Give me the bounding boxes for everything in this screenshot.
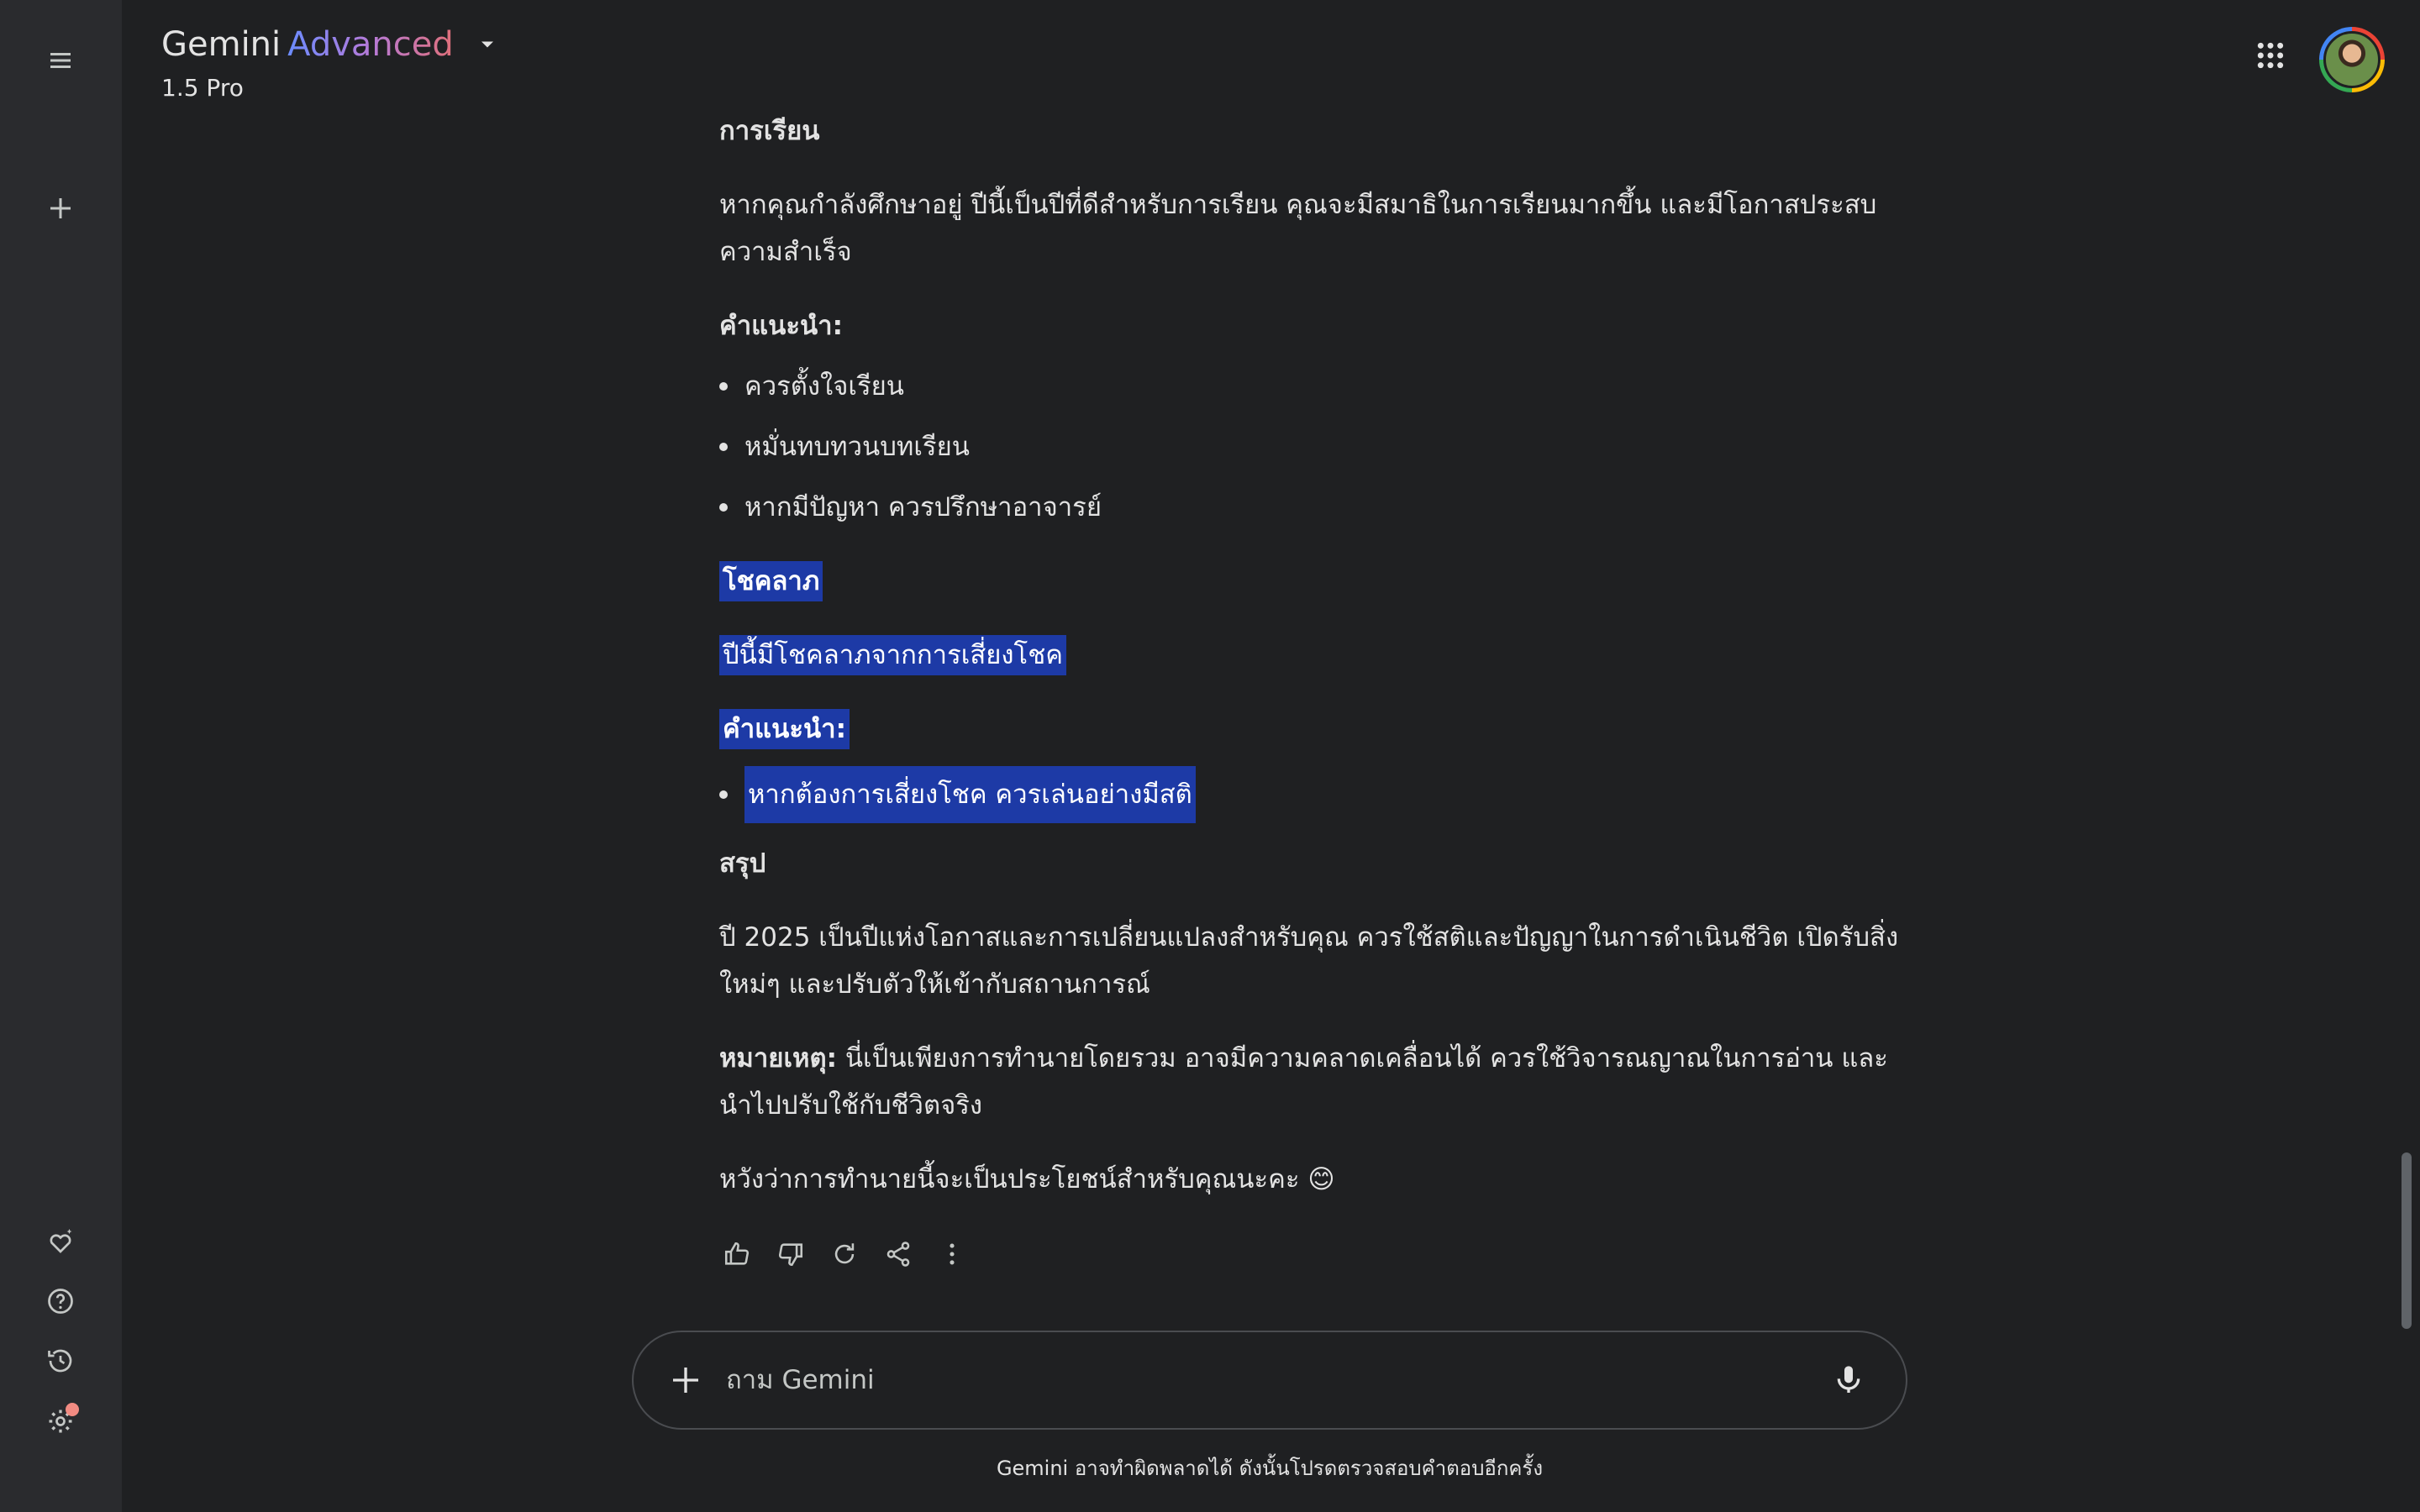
- regenerate-icon: [834, 1243, 855, 1264]
- response-actions: [719, 1236, 970, 1272]
- selected-text: ปีนี้มีโชคลาภจากการเสี่ยงโชค: [719, 635, 1066, 675]
- help-icon: [48, 1289, 73, 1314]
- luck-advice-heading: คำแนะนำ:: [719, 706, 1899, 753]
- activity-icon: [48, 1349, 72, 1373]
- account-avatar[interactable]: [2319, 27, 2385, 92]
- help-button[interactable]: [30, 1271, 91, 1331]
- menu-icon: [50, 53, 71, 68]
- list-item: หมั่นทบทวนบทเรียน: [719, 423, 970, 470]
- avatar-photo: [2323, 31, 2381, 88]
- luck-heading: โชคลาภ: [719, 558, 1899, 605]
- list-item: หากต้องการเสี่ยงโชค ควรเล่นอย่างมีสติ: [719, 766, 1196, 823]
- closing-text: หวังว่าการทำนายนี้จะเป็นประโยชน์สำหรับคุ…: [719, 1164, 1335, 1194]
- study-text: หากคุณกำลังศึกษาอยู่ ปีนี้เป็นปีที่ดีสำห…: [719, 190, 1877, 267]
- study-heading: การเรียน: [719, 116, 820, 146]
- bad-response-button[interactable]: [773, 1236, 808, 1272]
- note-label: หมายเหตุ:: [719, 1043, 837, 1074]
- model-version: 1.5 Pro: [161, 74, 244, 102]
- note-text: นี่เป็นเพียงการทำนายโดยรวม อาจมีความคลาด…: [719, 1043, 1888, 1121]
- bullet-dot: [719, 790, 728, 799]
- notification-dot: [66, 1403, 79, 1416]
- list-item-text: หากมีปัญหา ควรปรึกษาอาจารย์: [744, 492, 1102, 522]
- note-paragraph: หมายเหตุ: นี่เป็นเพียงการทำนายโดยรวม อาจ…: [719, 1035, 1899, 1129]
- regenerate-button[interactable]: [827, 1236, 862, 1272]
- brand-name: Gemini: [161, 25, 281, 64]
- bullet-dot: [719, 443, 728, 451]
- disclaimer-text: Gemini อาจทำผิดพลาดได้ ดังนั้นโปรดตรวจสอ…: [996, 1457, 1544, 1480]
- microphone-icon: [1837, 1366, 1860, 1393]
- selected-text: โชคลาภ: [719, 561, 823, 601]
- caret-down-icon: [481, 41, 493, 48]
- prompt-input-box: [632, 1331, 1907, 1430]
- more-options-button[interactable]: [934, 1236, 970, 1272]
- summary-text: ปี 2025 เป็นปีแห่งโอกาสและการเปลี่ยนแปลง…: [719, 922, 1899, 1000]
- settings-button[interactable]: [30, 1391, 91, 1452]
- luck-text: ปีนี้มีโชคลาภจากการเสี่ยงโชค: [719, 632, 1899, 679]
- brand-tier: Advanced: [287, 25, 454, 64]
- summary-heading: สรุป: [719, 848, 766, 879]
- list-item-text: หมั่นทบทวนบทเรียน: [744, 432, 970, 462]
- new-chat-icon: [50, 198, 71, 218]
- thumbs-down-icon: [778, 1243, 803, 1267]
- scrollbar-thumb[interactable]: [2402, 1152, 2412, 1329]
- good-response-button[interactable]: [719, 1236, 755, 1272]
- list-item: ควรตั้งใจเรียน: [719, 363, 904, 410]
- microphone-button[interactable]: [1825, 1357, 1872, 1404]
- gem-manager-button[interactable]: [30, 1211, 91, 1272]
- list-item-text: หากต้องการเสี่ยงโชค ควรเล่นอย่างมีสติ: [744, 766, 1196, 823]
- selected-text: คำแนะนำ:: [719, 709, 850, 749]
- plus-icon: [673, 1368, 698, 1393]
- google-apps-button[interactable]: [2245, 30, 2296, 81]
- list-item-text: ควรตั้งใจเรียน: [744, 371, 904, 402]
- bullet-dot: [719, 382, 728, 391]
- apps-grid-icon: [2257, 42, 2284, 69]
- add-attachment-button[interactable]: [662, 1357, 709, 1404]
- share-icon: [886, 1242, 910, 1267]
- thumbs-up-icon: [724, 1242, 750, 1265]
- share-button[interactable]: [881, 1236, 916, 1272]
- more-options-icon: [950, 1243, 955, 1265]
- list-item: หากมีปัญหา ควรปรึกษาอาจารย์: [719, 484, 1102, 531]
- main-menu-button[interactable]: [30, 30, 91, 91]
- model-switcher[interactable]: Gemini Advanced: [161, 25, 499, 64]
- study-advice-heading: คำแนะนำ:: [719, 311, 843, 341]
- gem-manager-icon: [50, 1229, 72, 1253]
- prompt-input[interactable]: [726, 1351, 1825, 1410]
- bullet-dot: [719, 503, 728, 512]
- sidebar: [0, 0, 122, 1512]
- new-chat-button[interactable]: [30, 178, 91, 239]
- activity-button[interactable]: [30, 1331, 91, 1391]
